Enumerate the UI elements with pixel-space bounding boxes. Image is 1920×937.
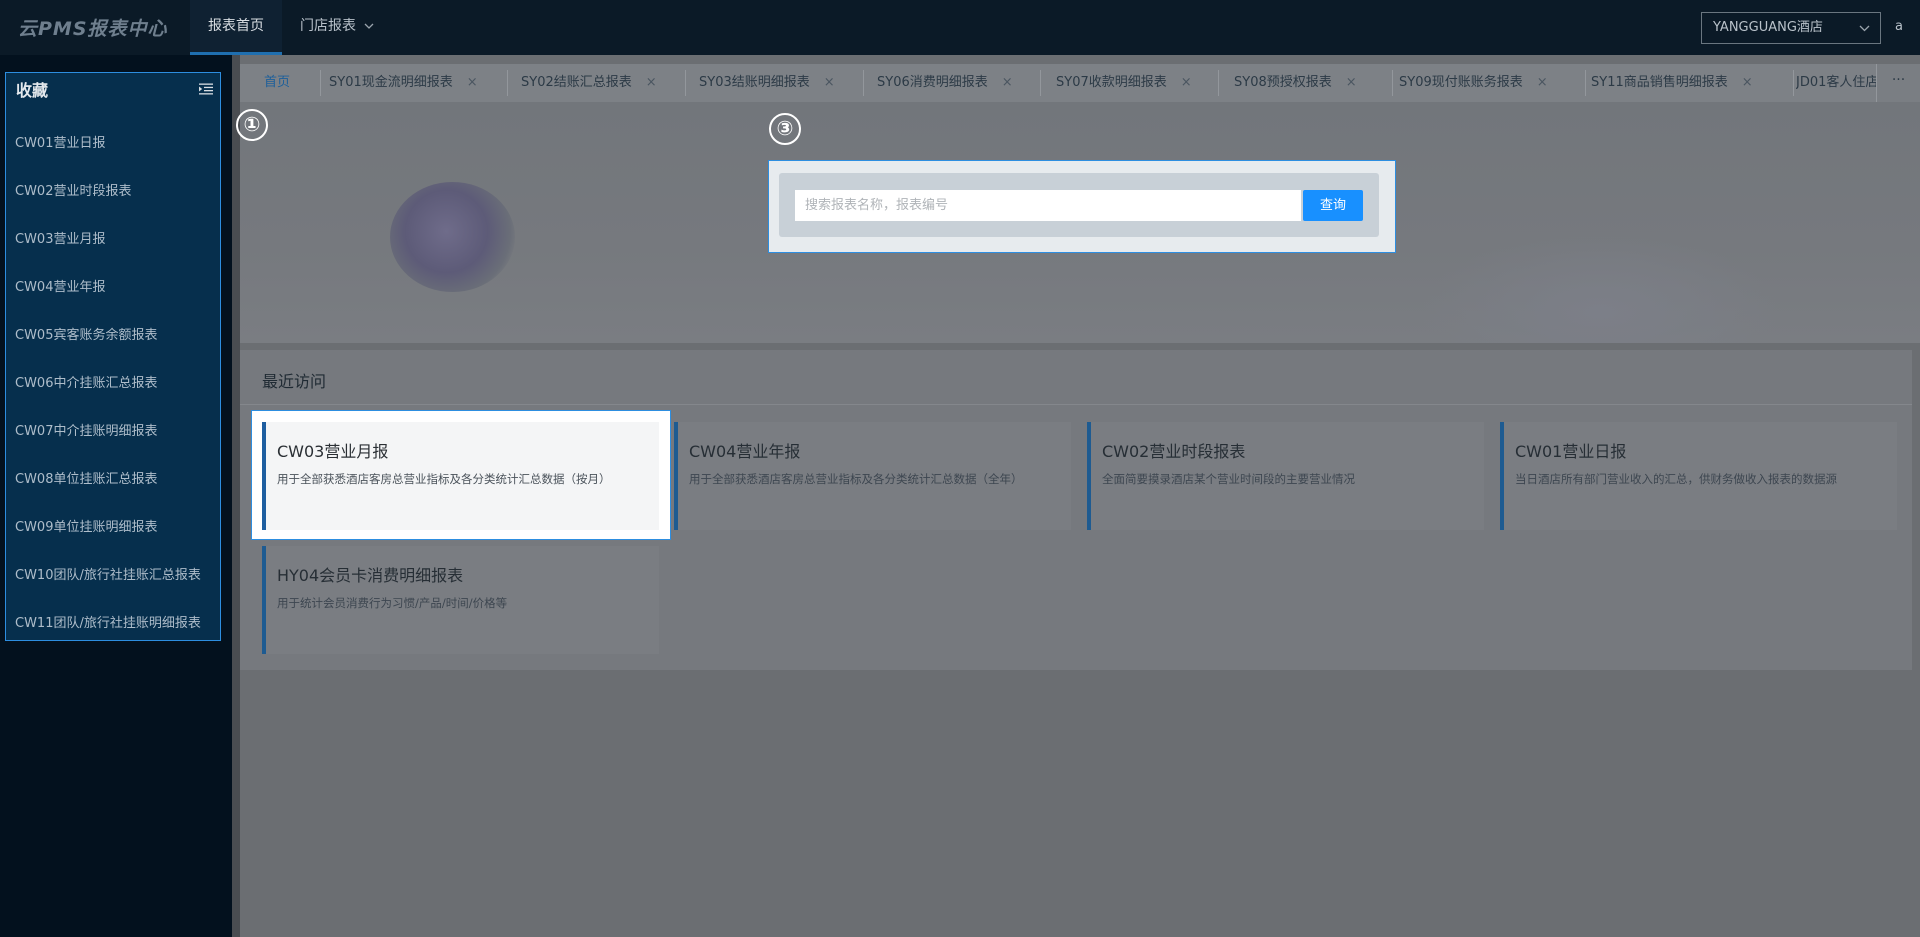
tab-label: SY11商品销售明细报表 bbox=[1591, 75, 1728, 90]
user-menu[interactable]: a bbox=[1895, 19, 1903, 34]
nav-store-reports[interactable]: 门店报表 bbox=[282, 0, 392, 55]
tab-label: SY07收款明细报表 bbox=[1056, 75, 1167, 90]
favorites-title: 收藏 bbox=[16, 81, 49, 100]
favorite-item[interactable]: CW10团队/旅行社挂账汇总报表 bbox=[15, 564, 201, 583]
collapse-menu-icon[interactable] bbox=[199, 80, 213, 95]
page-tabs: 首页 SY01现金流明细报表 × SY02结账汇总报表 × SY03结账明细报表 × … bbox=[240, 64, 1920, 102]
tab-divider bbox=[507, 70, 508, 96]
hotel-select[interactable]: YANGGUANG酒店 bbox=[1701, 12, 1881, 44]
tab-label: SY08预授权报表 bbox=[1234, 75, 1332, 90]
search-panel: 查询 bbox=[768, 160, 1396, 253]
close-icon[interactable]: × bbox=[646, 75, 657, 90]
recent-card[interactable]: CW01营业日报 当日酒店所有部门营业收入的汇总，供财务做收入报表的数据源 bbox=[1500, 422, 1897, 530]
card-title: CW03营业月报 bbox=[277, 442, 389, 461]
tab-sy02[interactable]: SY02结账汇总报表 × bbox=[521, 64, 657, 102]
decorative-haze bbox=[1420, 232, 1780, 343]
tab-sy06[interactable]: SY06消费明细报表 × bbox=[877, 64, 1013, 102]
card-title: CW04营业年报 bbox=[689, 442, 801, 461]
tab-jd01[interactable]: JD01客人住店 bbox=[1796, 64, 1876, 102]
card-title: HY04会员卡消费明细报表 bbox=[277, 566, 464, 585]
tabs-more-button[interactable]: ··· bbox=[1876, 64, 1920, 102]
tab-sy07[interactable]: SY07收款明细报表 × bbox=[1056, 64, 1192, 102]
favorite-item[interactable]: CW05宾客账务余额报表 bbox=[15, 324, 157, 343]
more-icon: ··· bbox=[1891, 72, 1906, 88]
close-icon[interactable]: × bbox=[1537, 75, 1548, 90]
card-title: CW02营业时段报表 bbox=[1102, 442, 1246, 461]
tab-divider bbox=[863, 70, 864, 96]
tab-sy01[interactable]: SY01现金流明细报表 × bbox=[329, 64, 478, 102]
tab-sy03[interactable]: SY03结账明细报表 × bbox=[699, 64, 835, 102]
close-icon[interactable]: × bbox=[1002, 75, 1013, 90]
tab-label: SY03结账明细报表 bbox=[699, 75, 810, 90]
annotation-marker-3: ③ bbox=[769, 113, 801, 145]
favorite-item[interactable]: CW01营业日报 bbox=[15, 132, 105, 151]
tab-divider bbox=[1040, 70, 1041, 96]
tab-divider bbox=[1392, 70, 1393, 96]
recent-card[interactable]: CW04营业年报 用于全部获悉酒店客房总营业指标及各分类统计汇总数据（全年） bbox=[674, 422, 1071, 530]
tab-label: 首页 bbox=[264, 75, 291, 90]
tab-label: SY06消费明细报表 bbox=[877, 75, 988, 90]
annotation-marker-1: ① bbox=[236, 109, 268, 141]
close-icon[interactable]: × bbox=[467, 75, 478, 90]
favorite-item[interactable]: CW04营业年报 bbox=[15, 276, 105, 295]
nav-store-reports-label: 门店报表 bbox=[300, 18, 356, 34]
favorite-item[interactable]: CW07中介挂账明细报表 bbox=[15, 420, 157, 439]
card-title: CW01营业日报 bbox=[1515, 442, 1627, 461]
tab-label: JD01客人住店 bbox=[1796, 75, 1876, 90]
decorative-orb bbox=[390, 182, 515, 292]
search-input[interactable] bbox=[795, 190, 1301, 221]
close-icon[interactable]: × bbox=[1742, 75, 1753, 90]
favorites-panel: 收藏 CW01营业日报 CW02营业时段报表 CW03营业月报 CW04营业年报… bbox=[5, 72, 221, 641]
nav-report-home[interactable]: 报表首页 bbox=[190, 0, 282, 55]
recent-card[interactable]: HY04会员卡消费明细报表 用于统计会员消费行为习惯/产品/时间/价格等 bbox=[262, 546, 659, 654]
recent-card[interactable]: CW02营业时段报表 全面简要摸录酒店某个营业时间段的主要营业情况 bbox=[1087, 422, 1484, 530]
chevron-down-icon bbox=[360, 20, 374, 33]
card-description: 用于统计会员消费行为习惯/产品/时间/价格等 bbox=[277, 596, 508, 610]
search-button[interactable]: 查询 bbox=[1303, 190, 1363, 221]
favorite-item[interactable]: CW03营业月报 bbox=[15, 228, 105, 247]
recent-title: 最近访问 bbox=[262, 372, 327, 391]
favorite-item[interactable]: CW06中介挂账汇总报表 bbox=[15, 372, 157, 391]
tab-label: SY02结账汇总报表 bbox=[521, 75, 632, 90]
favorite-item[interactable]: CW09单位挂账明细报表 bbox=[15, 516, 157, 535]
tab-sy11[interactable]: SY11商品销售明细报表 × bbox=[1591, 64, 1753, 102]
app-logo: 云PMS报表中心 bbox=[18, 18, 168, 40]
hotel-select-value: YANGGUANG酒店 bbox=[1713, 20, 1823, 35]
card-description: 用于全部获悉酒店客房总营业指标及各分类统计汇总数据（全年） bbox=[689, 472, 1023, 486]
close-icon[interactable]: × bbox=[1181, 75, 1192, 90]
search-bar: 查询 bbox=[779, 173, 1379, 237]
card-description: 用于全部获悉酒店客房总营业指标及各分类统计汇总数据（按月） bbox=[277, 472, 611, 486]
tab-divider bbox=[1585, 70, 1586, 96]
favorite-item[interactable]: CW02营业时段报表 bbox=[15, 180, 131, 199]
tab-sy09[interactable]: SY09现付账账务报表 × bbox=[1399, 64, 1548, 102]
top-bar: 云PMS报表中心 报表首页 门店报表 YANGGUANG酒店 a bbox=[0, 0, 1920, 55]
card-description: 当日酒店所有部门营业收入的汇总，供财务做收入报表的数据源 bbox=[1515, 472, 1837, 486]
chevron-down-icon bbox=[1859, 13, 1870, 43]
close-icon[interactable]: × bbox=[824, 75, 835, 90]
favorite-item[interactable]: CW08单位挂账汇总报表 bbox=[15, 468, 157, 487]
tab-divider bbox=[1218, 70, 1219, 96]
recent-card[interactable]: CW03营业月报 用于全部获悉酒店客房总营业指标及各分类统计汇总数据（按月） bbox=[262, 422, 659, 530]
section-divider bbox=[240, 404, 1912, 405]
favorite-item[interactable]: CW11团队/旅行社挂账明细报表 bbox=[15, 612, 201, 631]
tab-divider bbox=[320, 70, 321, 96]
sidebar-resize-handle[interactable] bbox=[232, 55, 240, 937]
tab-divider bbox=[1793, 70, 1794, 96]
tab-home[interactable]: 首页 bbox=[264, 64, 290, 102]
close-icon[interactable]: × bbox=[1346, 75, 1357, 90]
tab-sy08[interactable]: SY08预授权报表 × bbox=[1234, 64, 1357, 102]
tab-label: SY01现金流明细报表 bbox=[329, 75, 453, 90]
tab-label: SY09现付账账务报表 bbox=[1399, 75, 1523, 90]
nav-report-home-label: 报表首页 bbox=[208, 18, 264, 34]
tab-divider bbox=[685, 70, 686, 96]
card-description: 全面简要摸录酒店某个营业时间段的主要营业情况 bbox=[1102, 472, 1355, 486]
